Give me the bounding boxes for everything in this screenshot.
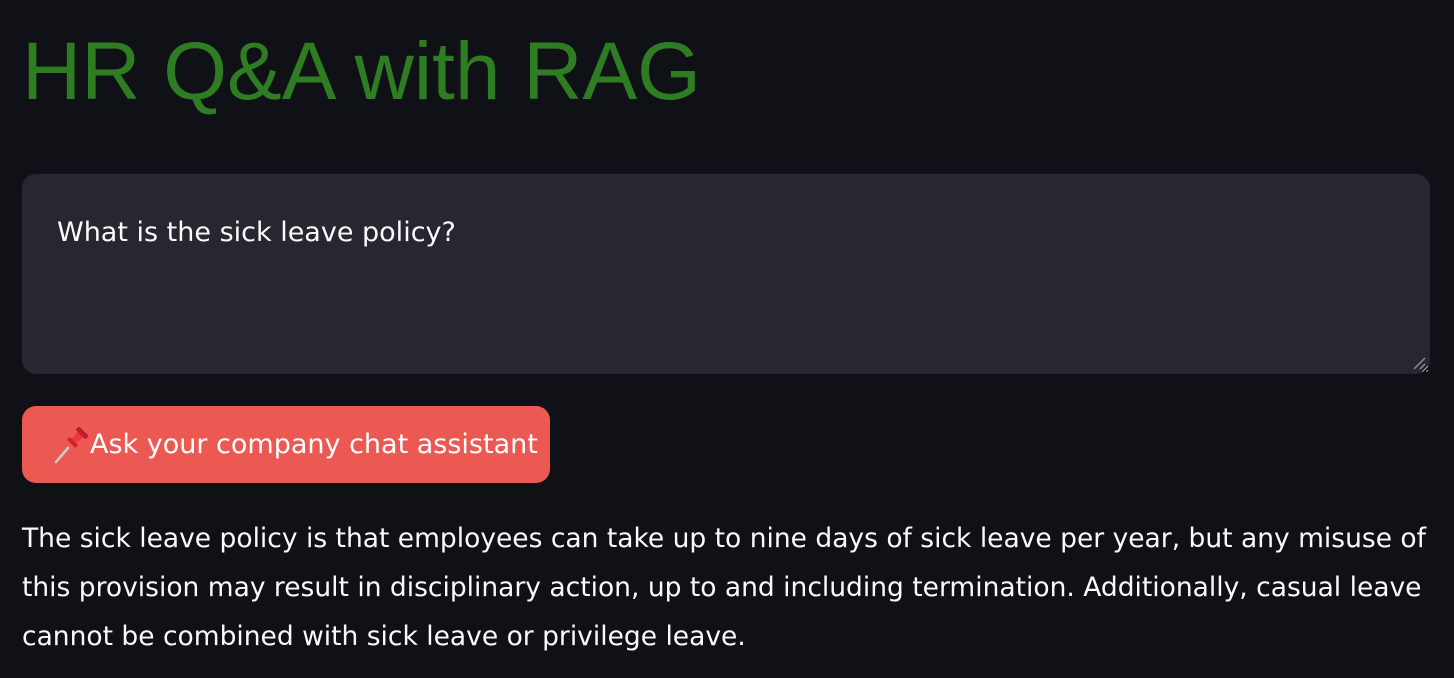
resize-handle-icon[interactable] [1412,356,1426,370]
page-title: HR Q&A with RAG [22,26,701,117]
answer-text: The sick leave policy is that employees … [22,523,1426,652]
ask-button-label: Ask your company chat assistant [90,429,538,460]
pushpin-icon [54,426,88,463]
question-input[interactable]: What is the sick leave policy? [22,174,1430,374]
ask-assistant-button[interactable]: Ask your company chat assistant [22,406,550,483]
